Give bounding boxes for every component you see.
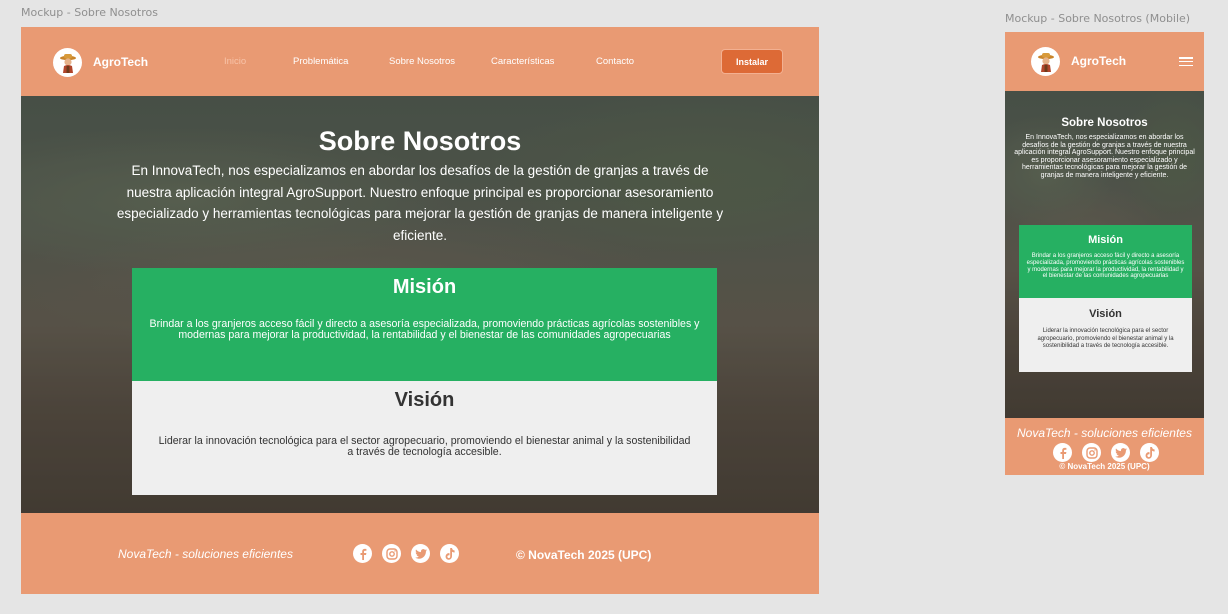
facebook-icon[interactable] — [1053, 443, 1072, 462]
hero-title: Sobre Nosotros — [318, 126, 522, 156]
desktop-frame-label: Mockup - Sobre Nosotros — [21, 6, 158, 19]
footer-copyright: © NovaTech 2025 (UPC) — [516, 548, 652, 562]
mobile-social-links — [1053, 443, 1159, 462]
mobile-frame-label: Mockup - Sobre Nosotros (Mobile) — [1005, 12, 1191, 25]
mobile-hero-title: Sobre Nosotros — [1061, 117, 1148, 129]
navbar: AgroTech Inicio Problemática Sobre Nosot… — [21, 27, 819, 96]
twitter-icon[interactable] — [411, 544, 430, 563]
mobile-vision-text: Liderar la innovación tecnológica para e… — [1037, 328, 1174, 349]
logo[interactable] — [53, 48, 82, 77]
mobile-mision-card: Misión Brindar a los granjeros acceso fá… — [1019, 225, 1192, 298]
nav-link-problematica[interactable]: Problemática — [293, 56, 348, 67]
mobile-mision-text: Brindar a los granjeros acceso fácil y d… — [1026, 253, 1185, 280]
footer-slogan: NovaTech - soluciones eficientes — [118, 547, 293, 561]
instagram-icon[interactable] — [382, 544, 401, 563]
mobile-hero-description: En InnovaTech, nos especializamos en abo… — [1014, 134, 1195, 179]
facebook-icon[interactable] — [353, 544, 372, 563]
mobile-footer-slogan: NovaTech - soluciones eficientes — [1017, 426, 1192, 440]
nav-link-sobre-nosotros[interactable]: Sobre Nosotros — [389, 56, 455, 67]
mobile-mision-title: Misión — [1088, 234, 1123, 246]
hero-description: En InnovaTech, nos especializamos en abo… — [116, 163, 724, 243]
vision-card: Visión Liderar la innovación tecnológica… — [132, 381, 717, 495]
mobile-brand-name[interactable]: AgroTech — [1071, 54, 1126, 68]
mobile-footer: NovaTech - soluciones eficientes © NovaT… — [1005, 418, 1204, 475]
nav-link-caracteristicas[interactable]: Características — [491, 56, 554, 67]
vision-title: Visión — [394, 389, 455, 411]
tiktok-icon[interactable] — [440, 544, 459, 563]
menu-hamburger-icon[interactable] — [1179, 57, 1193, 67]
mobile-vision-card: Visión Liderar la innovación tecnológica… — [1019, 298, 1192, 372]
instagram-icon[interactable] — [1082, 443, 1101, 462]
brand-name[interactable]: AgroTech — [93, 55, 148, 69]
nav-link-inicio[interactable]: Inicio — [224, 56, 246, 67]
mobile-footer-copyright: © NovaTech 2025 (UPC) — [1059, 462, 1150, 471]
mobile-frame: AgroTech Sobre Nosotros En InnovaTech, n… — [1005, 32, 1204, 475]
mision-title: Misión — [392, 276, 457, 298]
social-links — [353, 544, 459, 563]
vision-text: Liderar la innovación tecnológica para e… — [158, 435, 691, 458]
desktop-frame: AgroTech Inicio Problemática Sobre Nosot… — [21, 27, 819, 594]
farmer-logo-icon — [1037, 52, 1054, 72]
mision-text: Brindar a los granjeros acceso fácil y d… — [149, 318, 700, 341]
mobile-vision-title: Visión — [1089, 308, 1122, 320]
tiktok-icon[interactable] — [1140, 443, 1159, 462]
mision-card: Misión Brindar a los granjeros acceso fá… — [132, 268, 717, 381]
nav-link-contacto[interactable]: Contacto — [596, 56, 634, 67]
install-button[interactable]: Instalar — [721, 49, 783, 74]
twitter-icon[interactable] — [1111, 443, 1130, 462]
mobile-logo[interactable] — [1031, 47, 1060, 76]
footer: NovaTech - soluciones eficientes © NovaT… — [21, 513, 819, 594]
farmer-logo-icon — [59, 53, 76, 73]
